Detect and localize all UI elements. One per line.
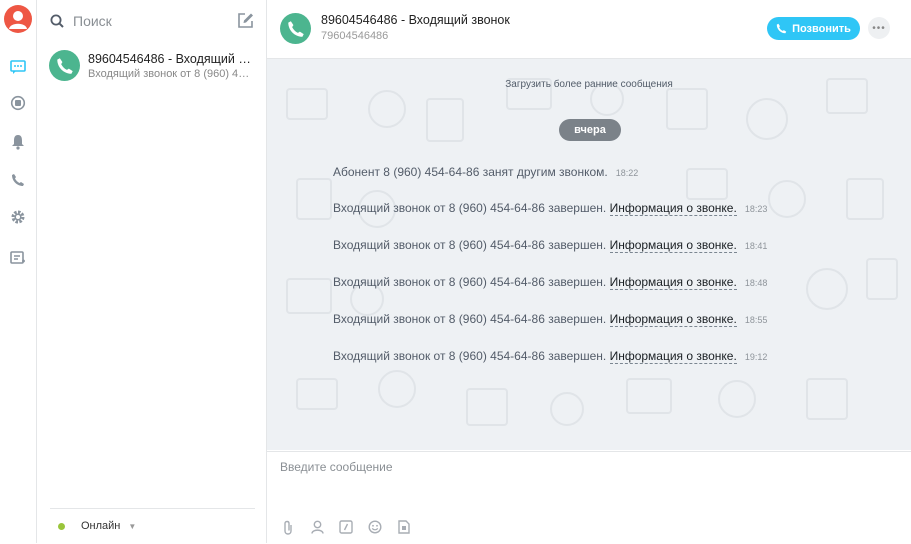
system-message: Входящий звонок от 8 (960) 454-64-86 зав… [333,201,768,216]
phone-icon [776,23,787,34]
status-label: Онлайн [81,520,121,532]
message-time: 19:12 [744,352,768,362]
status-selector[interactable]: Онлайн ▼ [50,508,255,543]
attach-icon[interactable] [280,519,296,535]
more-icon: ••• [872,22,886,34]
system-message: Входящий звонок от 8 (960) 454-64-86 зав… [333,238,768,253]
smile-icon[interactable] [367,519,383,535]
phone-icon [56,57,73,74]
chat-list-item[interactable]: 89604546486 - Входящий звонок Входящий з… [37,42,266,90]
message-input-placeholder: Введите сообщение [280,460,393,474]
online-status-dot [58,522,65,530]
chevron-down-icon: ▼ [128,521,137,531]
message-composer[interactable]: Введите сообщение [267,451,911,544]
system-message: Абонент 8 (960) 454-64-86 занят другим з… [333,165,638,179]
chat-title: 89604546486 - Входящий звонок [88,52,253,66]
call-info-link[interactable]: Информация о звонке. [609,238,737,253]
chat-avatar [49,50,80,81]
search-input[interactable]: Поиск [50,10,255,32]
message-time: 18:22 [615,168,639,178]
message-time: 18:23 [744,204,768,214]
message-text: Входящий звонок от 8 (960) 454-64-86 зав… [333,312,610,326]
background-pattern [286,78,898,426]
system-message: Входящий звонок от 8 (960) 454-64-86 зав… [333,275,768,290]
message-text: Входящий звонок от 8 (960) 454-64-86 зав… [333,201,610,215]
message-text: Входящий звонок от 8 (960) 454-64-86 зав… [333,349,610,363]
command-icon[interactable] [338,519,354,535]
open-lines-icon[interactable] [9,94,27,112]
message-time: 18:41 [744,241,768,251]
phone-icon[interactable] [9,171,27,189]
call-button-label: Позвонить [792,22,851,35]
user-icon[interactable] [309,519,325,535]
chat-list-panel: Поиск 89604546486 - Входящий звонок Вход… [37,0,267,543]
notifications-icon[interactable] [9,133,27,151]
call-info-link[interactable]: Информация о звонке. [609,275,737,290]
more-options-button[interactable]: ••• [868,17,890,39]
search-placeholder: Поиск [73,13,112,29]
chat-header-avatar [280,13,311,44]
user-avatar[interactable] [4,5,32,33]
call-info-link[interactable]: Информация о звонке. [609,349,737,364]
system-message: Входящий звонок от 8 (960) 454-64-86 зав… [333,349,768,364]
date-separator: вчера [559,119,621,141]
message-time: 18:55 [744,315,768,325]
chat-preview: Входящий звонок от 8 (960) 454-64-86 зав… [88,68,253,80]
phone-icon [287,20,304,37]
call-button[interactable]: Позвонить [767,17,860,40]
chats-icon[interactable] [9,58,27,76]
settings-icon[interactable] [9,208,27,226]
user-icon [9,11,27,29]
nav-rail [0,0,37,543]
system-message: Входящий звонок от 8 (960) 454-64-86 зав… [333,312,768,327]
message-time: 18:48 [744,278,768,288]
new-chat-button[interactable] [237,12,254,34]
load-earlier-messages-link[interactable]: Загрузить более ранние сообщения [267,79,911,90]
chat-header: 89604546486 - Входящий звонок 7960454648… [267,0,911,59]
search-icon [50,14,64,28]
message-text: Входящий звонок от 8 (960) 454-64-86 зав… [333,275,610,289]
message-text: Входящий звонок от 8 (960) 454-64-86 зав… [333,238,610,252]
compose-icon [238,13,253,28]
market-icon[interactable] [9,249,27,267]
document-icon[interactable] [396,519,412,535]
chat-header-number: 79604546486 [321,30,389,42]
call-info-link[interactable]: Информация о звонке. [609,312,737,327]
message-area[interactable]: Загрузить более ранние сообщения вчера А… [267,59,911,450]
message-text: Абонент 8 (960) 454-64-86 занят другим з… [333,165,608,179]
composer-toolbar [280,519,412,535]
call-info-link[interactable]: Информация о звонке. [609,201,737,216]
chat-header-title: 89604546486 - Входящий звонок [321,13,510,27]
